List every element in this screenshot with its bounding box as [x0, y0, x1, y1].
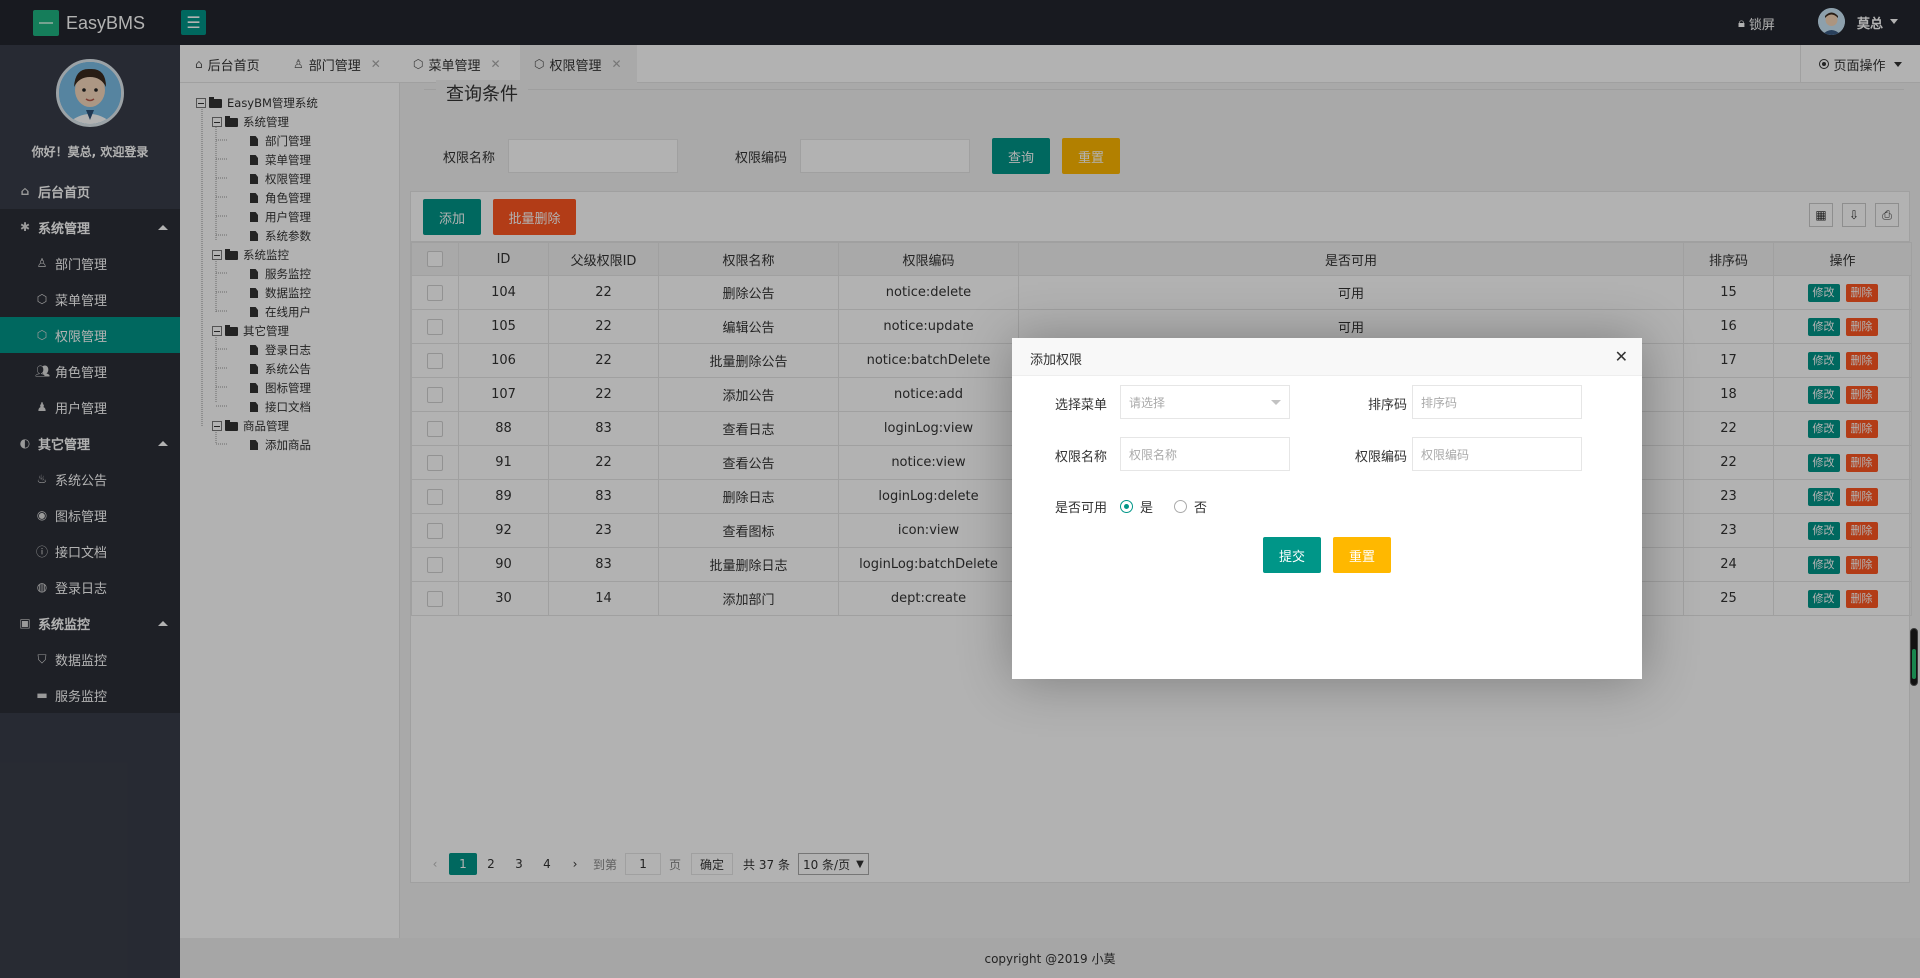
radio-checked-icon: [1120, 500, 1133, 513]
close-icon[interactable]: ✕: [1615, 347, 1628, 366]
sort-code-placeholder: 排序码: [1421, 395, 1458, 410]
dialog-reset-button[interactable]: 重置: [1333, 537, 1391, 573]
radio-unchecked-icon: [1174, 500, 1187, 513]
radio-label: 是: [1140, 501, 1154, 516]
dialog-header: 添加权限 ✕: [1012, 338, 1642, 376]
sort-code-label: 排序码: [1367, 398, 1407, 413]
dialog-title: 添加权限: [1030, 353, 1083, 368]
permission-name-input[interactable]: 权限名称: [1120, 437, 1290, 471]
radio-label: 否: [1194, 501, 1208, 516]
permission-code-input[interactable]: 权限编码: [1412, 437, 1582, 471]
submit-button[interactable]: 提交: [1263, 537, 1321, 573]
permission-name-label: 权限名称: [1054, 450, 1107, 465]
available-label: 是否可用: [1054, 501, 1107, 516]
menu-select-value: 请选择: [1129, 395, 1166, 410]
menu-select[interactable]: 请选择: [1120, 385, 1290, 419]
permission-code-label: 权限编码: [1354, 450, 1407, 465]
menu-select-label: 选择菜单: [1054, 398, 1107, 413]
available-no-radio[interactable]: 否: [1174, 497, 1207, 516]
permission-name-placeholder: 权限名称: [1129, 447, 1178, 462]
available-yes-radio[interactable]: 是: [1120, 497, 1153, 516]
sort-code-input[interactable]: 排序码: [1412, 385, 1582, 419]
caret-down-icon: [1271, 400, 1281, 405]
permission-code-placeholder: 权限编码: [1421, 447, 1470, 462]
add-permission-dialog: 添加权限 ✕ 选择菜单 请选择 排序码 排序码 权限名称 权限名称 权限编码 权…: [1012, 338, 1642, 679]
